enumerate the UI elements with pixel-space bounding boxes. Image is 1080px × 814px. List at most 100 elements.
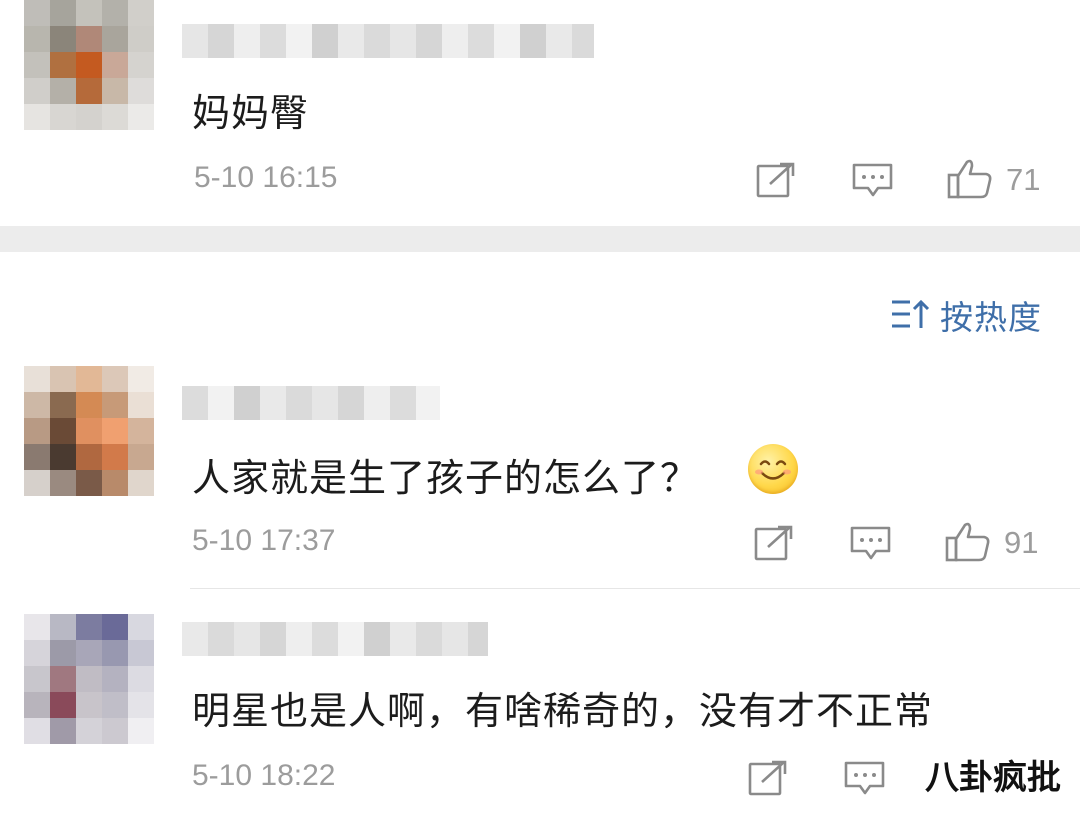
comment-text: 明星也是人啊，有啥稀奇的，没有才不正常 xyxy=(192,689,934,733)
avatar-mosaic-cell xyxy=(50,444,76,470)
username-mosaic-cell xyxy=(390,24,416,58)
username-mosaic-cell xyxy=(416,622,442,656)
sort-label: 按热度 xyxy=(940,298,1042,337)
username-mosaic-cell xyxy=(416,386,440,420)
like-icon[interactable] xyxy=(947,158,993,200)
avatar-mosaic-cell xyxy=(102,52,128,78)
avatar-mosaic-cell xyxy=(102,366,128,392)
username-mosaic-cell xyxy=(572,24,594,58)
avatar-mosaic-cell xyxy=(76,640,102,666)
username-mosaic-cell xyxy=(234,386,260,420)
avatar-mosaic-cell xyxy=(76,718,102,744)
avatar-mosaic-cell xyxy=(102,26,128,52)
avatar-mosaic-cell xyxy=(24,666,50,692)
avatar-mosaic-cell xyxy=(24,0,50,26)
avatar-mosaic-cell xyxy=(102,444,128,470)
avatar-mosaic-cell xyxy=(76,444,102,470)
comment-icon[interactable] xyxy=(852,162,894,198)
smile-emoji xyxy=(748,444,798,494)
avatar-mosaic-cell xyxy=(128,0,154,26)
avatar-mosaic-cell xyxy=(76,692,102,718)
username-blurred[interactable] xyxy=(182,622,488,656)
avatar[interactable] xyxy=(24,366,154,496)
username-blurred[interactable] xyxy=(182,386,440,420)
avatar-mosaic-cell xyxy=(102,392,128,418)
avatar-mosaic-cell xyxy=(50,26,76,52)
username-mosaic-cell xyxy=(234,24,260,58)
avatar-mosaic-cell xyxy=(102,718,128,744)
like-icon[interactable] xyxy=(945,521,991,563)
username-mosaic-cell xyxy=(338,622,364,656)
avatar-mosaic-cell xyxy=(76,0,102,26)
avatar-mosaic-cell xyxy=(24,444,50,470)
username-mosaic-cell xyxy=(416,24,442,58)
username-mosaic-cell xyxy=(260,622,286,656)
comment-icon[interactable] xyxy=(850,525,892,561)
avatar-mosaic-cell xyxy=(128,718,154,744)
username-mosaic-cell xyxy=(338,24,364,58)
like-count: 91 xyxy=(1004,525,1039,560)
comment-icon[interactable] xyxy=(844,760,886,796)
avatar-mosaic-cell xyxy=(24,78,50,104)
avatar-mosaic-cell xyxy=(24,640,50,666)
avatar-mosaic-cell xyxy=(102,78,128,104)
username-mosaic-cell xyxy=(260,386,286,420)
avatar-mosaic-cell xyxy=(50,78,76,104)
avatar-mosaic-cell xyxy=(128,418,154,444)
username-mosaic-cell xyxy=(286,622,312,656)
avatar-mosaic-cell xyxy=(24,470,50,496)
username-mosaic-cell xyxy=(182,386,208,420)
share-icon[interactable] xyxy=(756,162,796,198)
avatar-mosaic-cell xyxy=(102,470,128,496)
avatar-mosaic-cell xyxy=(50,52,76,78)
username-mosaic-cell xyxy=(312,622,338,656)
avatar-mosaic-cell xyxy=(24,718,50,744)
avatar-mosaic-cell xyxy=(50,392,76,418)
avatar-mosaic-cell xyxy=(24,26,50,52)
avatar-mosaic-cell xyxy=(50,718,76,744)
username-mosaic-cell xyxy=(312,24,338,58)
username-mosaic-cell xyxy=(546,24,572,58)
avatar-mosaic-cell xyxy=(102,104,128,130)
username-mosaic-cell xyxy=(364,622,390,656)
username-mosaic-cell xyxy=(208,24,234,58)
username-mosaic-cell xyxy=(182,24,208,58)
username-blurred[interactable] xyxy=(182,24,594,58)
comment-text: 妈妈臀 xyxy=(192,91,310,135)
avatar[interactable] xyxy=(24,0,154,130)
username-mosaic-cell xyxy=(208,386,234,420)
share-icon[interactable] xyxy=(748,760,788,796)
avatar-mosaic-cell xyxy=(76,666,102,692)
avatar-mosaic-cell xyxy=(76,366,102,392)
avatar-mosaic-cell xyxy=(24,104,50,130)
username-mosaic-cell xyxy=(468,24,494,58)
username-mosaic-cell xyxy=(338,386,364,420)
avatar-mosaic-cell xyxy=(128,640,154,666)
avatar-mosaic-cell xyxy=(128,392,154,418)
avatar-mosaic-cell xyxy=(24,418,50,444)
avatar-mosaic-cell xyxy=(102,692,128,718)
avatar-mosaic-cell xyxy=(76,104,102,130)
username-mosaic-cell xyxy=(364,24,390,58)
username-mosaic-cell xyxy=(286,386,312,420)
username-mosaic-cell xyxy=(286,24,312,58)
username-mosaic-cell xyxy=(208,622,234,656)
share-icon[interactable] xyxy=(754,525,794,561)
avatar-mosaic-cell xyxy=(50,470,76,496)
comment-timestamp: 5-10 16:15 xyxy=(194,161,338,194)
sort-by-hot-button[interactable]: 按热度 xyxy=(890,294,1042,337)
avatar-mosaic-cell xyxy=(50,666,76,692)
avatar[interactable] xyxy=(24,614,154,744)
comment-timestamp: 5-10 18:22 xyxy=(192,759,336,792)
avatar-mosaic-cell xyxy=(76,52,102,78)
avatar-mosaic-cell xyxy=(102,0,128,26)
avatar-mosaic-cell xyxy=(102,666,128,692)
avatar-mosaic-cell xyxy=(24,692,50,718)
comment-text: 人家就是生了孩子的怎么了？ xyxy=(192,456,700,500)
avatar-mosaic-cell xyxy=(50,0,76,26)
avatar-mosaic-cell xyxy=(128,614,154,640)
avatar-mosaic-cell xyxy=(24,366,50,392)
avatar-mosaic-cell xyxy=(50,640,76,666)
avatar-mosaic-cell xyxy=(76,614,102,640)
username-mosaic-cell xyxy=(182,622,208,656)
